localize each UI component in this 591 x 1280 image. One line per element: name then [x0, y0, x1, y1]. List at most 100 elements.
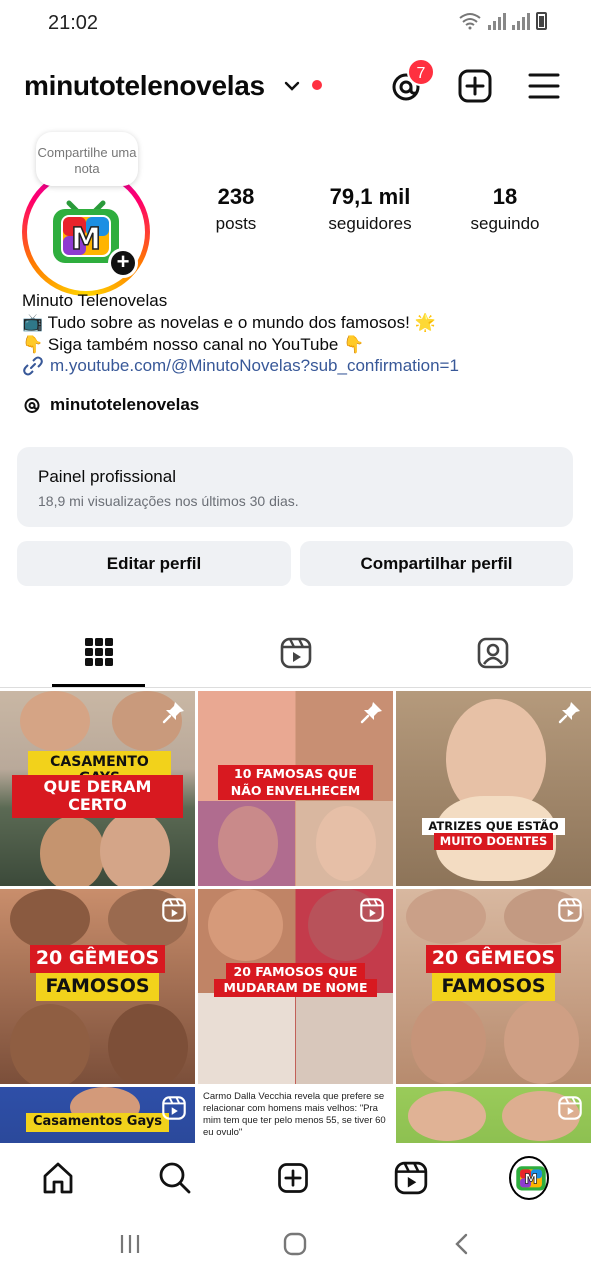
- search-icon: [159, 1162, 191, 1194]
- reel-icon: [558, 1096, 582, 1120]
- photo-face: [10, 1004, 90, 1084]
- share-note-bubble[interactable]: Compartilhe uma nota: [36, 132, 138, 186]
- post-title-line: Casamentos Gays: [26, 1113, 169, 1132]
- minuto-logo-icon: M: [516, 1166, 546, 1191]
- photo-face: [10, 889, 90, 949]
- tab-posts-grid[interactable]: [0, 630, 197, 688]
- profile-avatar-ring[interactable]: M: [22, 168, 150, 296]
- grid-icon: [84, 638, 113, 666]
- grid-post[interactable]: ATRIZES QUE ESTÃO MUITO DOENTES: [396, 691, 591, 886]
- photo-face: [316, 806, 376, 881]
- signal-icon-2: [512, 12, 530, 30]
- plus-square-icon: [458, 69, 492, 103]
- stat-label: seguidores: [328, 214, 412, 233]
- stat-label: seguindo: [470, 214, 540, 233]
- chevron-down-icon[interactable]: [282, 76, 302, 96]
- wifi-icon: [459, 13, 481, 30]
- profile-bio: Minuto Telenovelas 📺 Tudo sobre as novel…: [22, 290, 572, 356]
- tab-reels[interactable]: [197, 630, 394, 688]
- tab-tagged[interactable]: [394, 630, 591, 688]
- grid-post[interactable]: [396, 1087, 591, 1143]
- photo-face: [40, 816, 105, 886]
- reel-icon: [558, 898, 582, 922]
- professional-dashboard[interactable]: Painel profissional 18,9 mi visualizaçõe…: [17, 447, 573, 527]
- post-title-line: FAMOSOS: [432, 973, 555, 1001]
- grid-post[interactable]: 20 FAMOSOS QUE MUDARAM DE NOME: [198, 889, 393, 1084]
- avatar-logo-letter: M: [524, 1172, 538, 1188]
- stat-value: 238: [217, 184, 255, 209]
- photo-face: [218, 806, 278, 881]
- post-title-line: NÃO ENVELHECEM: [218, 782, 373, 801]
- system-icons: [458, 12, 547, 30]
- pin-icon: [162, 702, 184, 724]
- photo-face: [108, 1004, 188, 1084]
- hamburger-menu-icon: [528, 73, 560, 99]
- reels-icon: [394, 1161, 428, 1195]
- profile-link[interactable]: m.youtube.com/@MinutoNovelas?sub_confirm…: [22, 355, 459, 377]
- photo-face: [20, 691, 90, 751]
- plus-square-icon: [278, 1163, 308, 1193]
- posts-count[interactable]: 238 posts: [196, 184, 276, 234]
- post-title-line: 20 GÊMEOS: [426, 945, 561, 973]
- share-profile-button[interactable]: Compartilhar perfil: [300, 541, 573, 586]
- stat-label: posts: [215, 214, 257, 233]
- add-story-button[interactable]: +: [108, 248, 138, 278]
- signal-icon: [488, 12, 506, 30]
- following-count[interactable]: 18 seguindo: [460, 184, 550, 234]
- post-caption: Carmo Dalla Vecchia revela que prefere s…: [198, 1087, 393, 1139]
- nav-search[interactable]: [155, 1158, 195, 1198]
- dashboard-subtitle: 18,9 mi visualizações nos últimos 30 dia…: [38, 493, 299, 509]
- status-time: 21:02: [48, 12, 99, 34]
- photo-face: [408, 1091, 486, 1141]
- grid-post[interactable]: 20 GÊMEOS FAMOSOS: [0, 889, 195, 1084]
- home-button-icon[interactable]: [283, 1232, 307, 1256]
- stat-value: 79,1 mil: [329, 184, 411, 209]
- pin-icon: [360, 702, 382, 724]
- post-title-line: MUITO DOENTES: [434, 833, 553, 851]
- reel-icon: [360, 898, 384, 922]
- photo-face: [411, 999, 486, 1084]
- threads-handle: minutotelenovelas: [50, 395, 200, 414]
- reel-icon: [162, 898, 186, 922]
- followers-count[interactable]: 79,1 mil seguidores: [318, 184, 422, 234]
- grid-post[interactable]: 10 FAMOSAS QUE NÃO ENVELHECEM: [198, 691, 393, 886]
- edit-profile-button[interactable]: Editar perfil: [17, 541, 291, 586]
- photo-face: [504, 999, 579, 1084]
- nav-home[interactable]: [38, 1158, 78, 1198]
- threads-icon: [24, 398, 40, 413]
- avatar: M: [509, 1156, 549, 1200]
- account-switcher-username[interactable]: minutotelenovelas: [24, 70, 265, 102]
- post-title-line: 20 GÊMEOS: [30, 945, 165, 973]
- dashboard-title: Painel profissional: [38, 467, 176, 486]
- grid-post[interactable]: 20 GÊMEOS FAMOSOS: [396, 889, 591, 1084]
- android-navigation-bar: [0, 1214, 591, 1280]
- nav-reels[interactable]: [391, 1158, 431, 1198]
- profile-link-text: m.youtube.com/@MinutoNovelas?sub_confirm…: [50, 356, 459, 375]
- reels-icon: [280, 637, 311, 669]
- threads-profile-link[interactable]: minutotelenovelas: [22, 395, 199, 415]
- create-button[interactable]: [455, 66, 495, 106]
- nav-create[interactable]: [273, 1158, 313, 1198]
- link-icon: [23, 356, 43, 376]
- bio-line: 📺 Tudo sobre as novelas e o mundo dos fa…: [22, 313, 436, 332]
- divider: [0, 687, 591, 688]
- post-title-line: 10 FAMOSAS QUE: [218, 765, 373, 784]
- reel-icon: [162, 1096, 186, 1120]
- photo-face: [198, 993, 295, 1084]
- back-icon[interactable]: [450, 1232, 474, 1256]
- avatar-logo-letter: M: [71, 222, 101, 257]
- photo-face: [100, 811, 170, 886]
- profile-name: Minuto Telenovelas: [22, 291, 168, 310]
- recent-apps-icon[interactable]: [118, 1232, 142, 1256]
- stat-value: 18: [492, 184, 518, 209]
- bio-line: 👇 Siga também nosso canal no YouTube 👇: [22, 335, 365, 354]
- grid-post[interactable]: Casamentos Gays: [0, 1087, 195, 1143]
- pin-icon: [558, 702, 580, 724]
- notification-dot: [312, 80, 322, 90]
- menu-button[interactable]: [524, 66, 564, 106]
- bottom-navigation: M: [0, 1146, 591, 1210]
- grid-post[interactable]: Carmo Dalla Vecchia revela que prefere s…: [198, 1087, 393, 1143]
- post-title-line: FAMOSOS: [36, 973, 159, 1001]
- nav-profile[interactable]: M: [509, 1156, 549, 1200]
- grid-post[interactable]: CASAMENTO GAYS QUE DERAM CERTO: [0, 691, 195, 886]
